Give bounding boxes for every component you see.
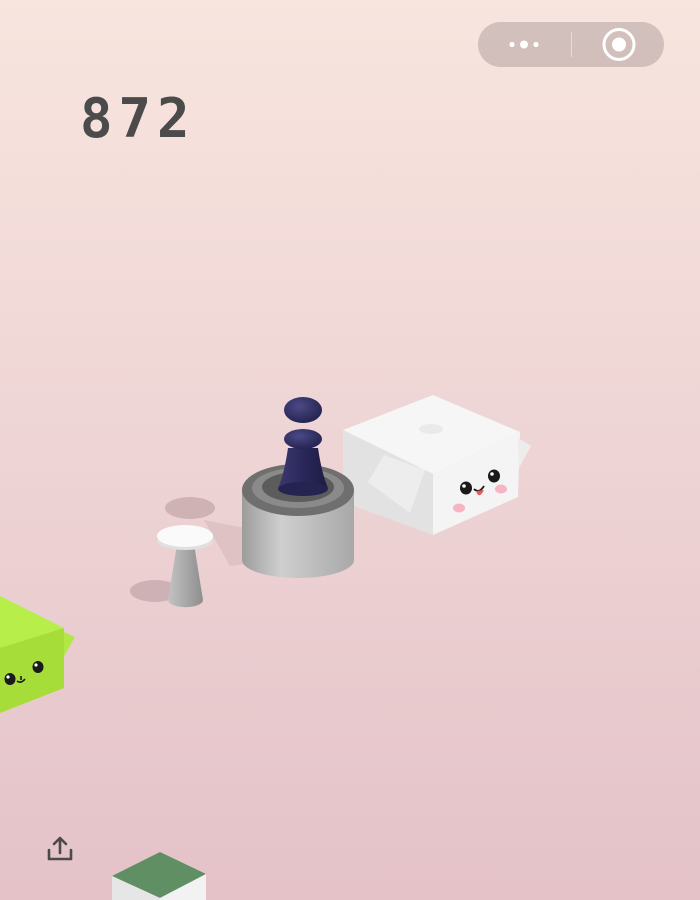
- white-cube-block: [343, 395, 531, 535]
- green-cube-block: [0, 596, 75, 713]
- player-chess-piece: [278, 397, 328, 496]
- green-top-block: [112, 852, 206, 900]
- game-scene[interactable]: [0, 0, 700, 900]
